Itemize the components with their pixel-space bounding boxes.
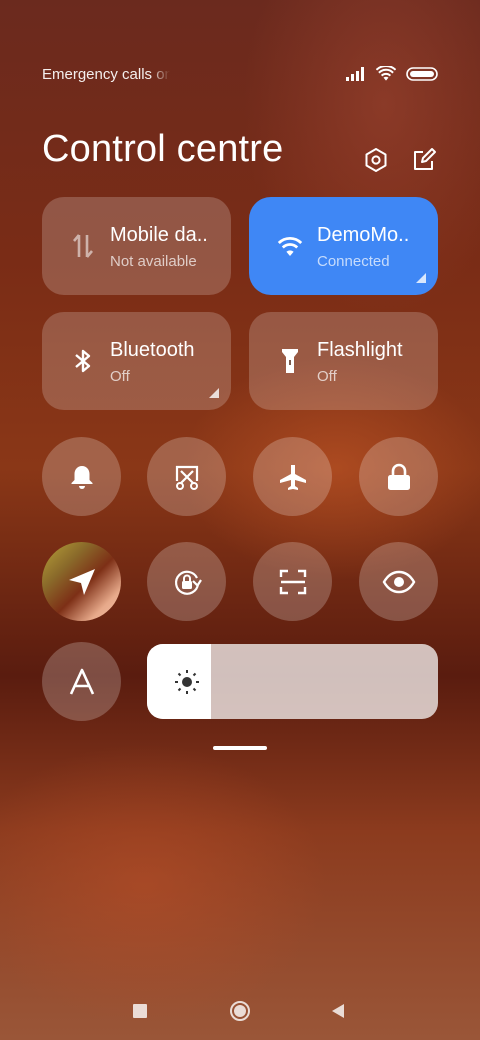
battery-icon bbox=[406, 67, 438, 81]
toggle-auto-brightness[interactable] bbox=[42, 642, 121, 721]
wifi-icon bbox=[376, 66, 396, 81]
screenshot-icon bbox=[175, 465, 198, 490]
tile-label: DemoMo.. bbox=[317, 224, 410, 246]
bell-icon bbox=[71, 465, 92, 489]
tile-wifi[interactable]: DemoMo.. Connected bbox=[249, 197, 438, 295]
page-title: Control centre bbox=[42, 128, 284, 170]
toggle-location[interactable] bbox=[42, 542, 121, 621]
sun-icon bbox=[175, 670, 199, 694]
tile-status: Connected bbox=[317, 253, 390, 270]
auto-rotate-icon bbox=[174, 570, 202, 595]
wifi-icon bbox=[277, 236, 303, 256]
bluetooth-icon bbox=[75, 349, 91, 373]
location-icon bbox=[68, 568, 95, 595]
tile-flashlight[interactable]: Flashlight Off bbox=[249, 312, 438, 410]
auto-brightness-icon bbox=[69, 668, 94, 695]
back-button[interactable] bbox=[321, 994, 355, 1028]
carrier-status-text: Emergency calls only bbox=[42, 66, 170, 83]
drag-handle[interactable] bbox=[213, 746, 267, 750]
recents-button[interactable] bbox=[123, 994, 157, 1028]
toggle-screenshot[interactable] bbox=[147, 437, 226, 516]
tile-label: Flashlight bbox=[317, 339, 403, 361]
expand-corner-icon[interactable] bbox=[416, 273, 426, 283]
edit-icon[interactable] bbox=[410, 146, 438, 174]
home-button[interactable] bbox=[223, 994, 257, 1028]
settings-icon[interactable] bbox=[362, 146, 390, 174]
toggle-sound[interactable] bbox=[42, 437, 121, 516]
toggle-lock[interactable] bbox=[359, 437, 438, 516]
tile-status: Not available bbox=[110, 253, 197, 270]
tile-mobile-data[interactable]: Mobile da.. Not available bbox=[42, 197, 231, 295]
toggle-airplane[interactable] bbox=[253, 437, 332, 516]
navigation-bar bbox=[0, 994, 480, 1028]
flashlight-icon bbox=[282, 349, 298, 373]
tile-status: Off bbox=[110, 368, 130, 385]
signal-icon bbox=[346, 67, 364, 81]
brightness-slider[interactable] bbox=[147, 644, 438, 719]
status-icons bbox=[346, 66, 438, 82]
toggle-reading-mode[interactable] bbox=[359, 542, 438, 621]
reading-mode-icon bbox=[382, 570, 415, 593]
airplane-icon bbox=[279, 464, 306, 490]
tile-status: Off bbox=[317, 368, 337, 385]
toggle-auto-rotate[interactable] bbox=[147, 542, 226, 621]
tile-label: Mobile da.. bbox=[110, 224, 208, 246]
recents-icon bbox=[133, 1004, 147, 1018]
home-icon bbox=[230, 1001, 250, 1021]
lock-icon bbox=[387, 463, 410, 490]
status-bar: Emergency calls only bbox=[42, 66, 438, 86]
toggle-scanner[interactable] bbox=[253, 542, 332, 621]
tile-label: Bluetooth bbox=[110, 339, 195, 361]
mobile-data-icon bbox=[73, 234, 93, 258]
expand-corner-icon[interactable] bbox=[209, 388, 219, 398]
scanner-icon bbox=[279, 569, 306, 594]
tile-bluetooth[interactable]: Bluetooth Off bbox=[42, 312, 231, 410]
back-icon bbox=[332, 1004, 344, 1018]
